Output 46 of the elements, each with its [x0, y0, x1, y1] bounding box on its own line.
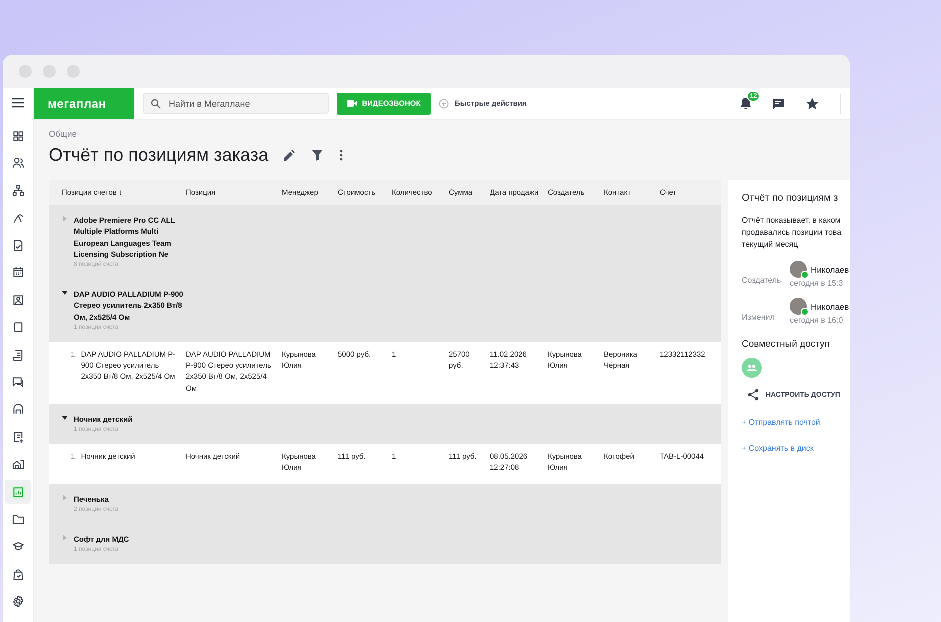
house-icon — [12, 458, 24, 472]
plus-circle-icon — [439, 98, 449, 108]
person-name[interactable]: Николаев — [811, 264, 850, 274]
camera-icon — [347, 100, 358, 107]
description-line: текущий месяц — [742, 239, 800, 251]
timestamp: сегодня в 16:0 — [790, 316, 844, 325]
section-title: Совместный доступ — [742, 339, 831, 350]
timestamp: сегодня в 15:3 — [790, 279, 844, 288]
arch-icon — [12, 403, 24, 416]
edit-icon[interactable] — [284, 150, 295, 161]
grid-icon — [12, 130, 24, 142]
description-line: Отчёт показывает, в каком — [742, 215, 842, 227]
description-line: продавались позиции това — [742, 227, 843, 239]
calendar-icon — [12, 266, 24, 280]
contact-card-icon — [12, 294, 24, 307]
field-label: Создатель — [742, 275, 782, 285]
settings-icon — [12, 595, 24, 608]
scroll-icon — [12, 348, 24, 362]
star-icon[interactable] — [806, 98, 819, 110]
hierarchy-icon — [12, 184, 24, 198]
document-plus-icon — [12, 430, 24, 444]
chat-icon[interactable] — [772, 98, 785, 110]
more-icon[interactable] — [340, 150, 343, 161]
caret-icon[interactable] — [62, 414, 68, 421]
folder-icon — [12, 512, 24, 526]
share-icon — [748, 389, 759, 401]
search-field[interactable]: Найти в Мегаплане — [143, 93, 329, 114]
field-label: Изменил — [742, 312, 776, 322]
bag-icon — [12, 568, 24, 581]
document-check-icon — [12, 239, 24, 252]
filter-icon[interactable] — [312, 150, 323, 161]
panel-title: Отчёт по позициям з — [742, 193, 840, 204]
person-name[interactable]: Николаев — [811, 302, 850, 312]
search-icon — [151, 98, 161, 108]
panel-link[interactable]: + Отправлять почтой — [742, 418, 850, 427]
frame-icon — [12, 321, 24, 334]
caret-icon[interactable] — [62, 290, 68, 296]
breadcrumb[interactable]: Общие — [49, 129, 850, 139]
bell-icon[interactable] — [740, 97, 752, 110]
panel-link[interactable]: + Сохранять в диск — [742, 444, 850, 453]
group-icon — [742, 358, 762, 378]
menu-icon[interactable] — [12, 98, 24, 108]
chat-icon — [12, 376, 24, 390]
chart-icon — [12, 486, 24, 499]
people-icon — [12, 156, 24, 170]
page-title: Отчёт по позициям заказа — [49, 145, 269, 166]
